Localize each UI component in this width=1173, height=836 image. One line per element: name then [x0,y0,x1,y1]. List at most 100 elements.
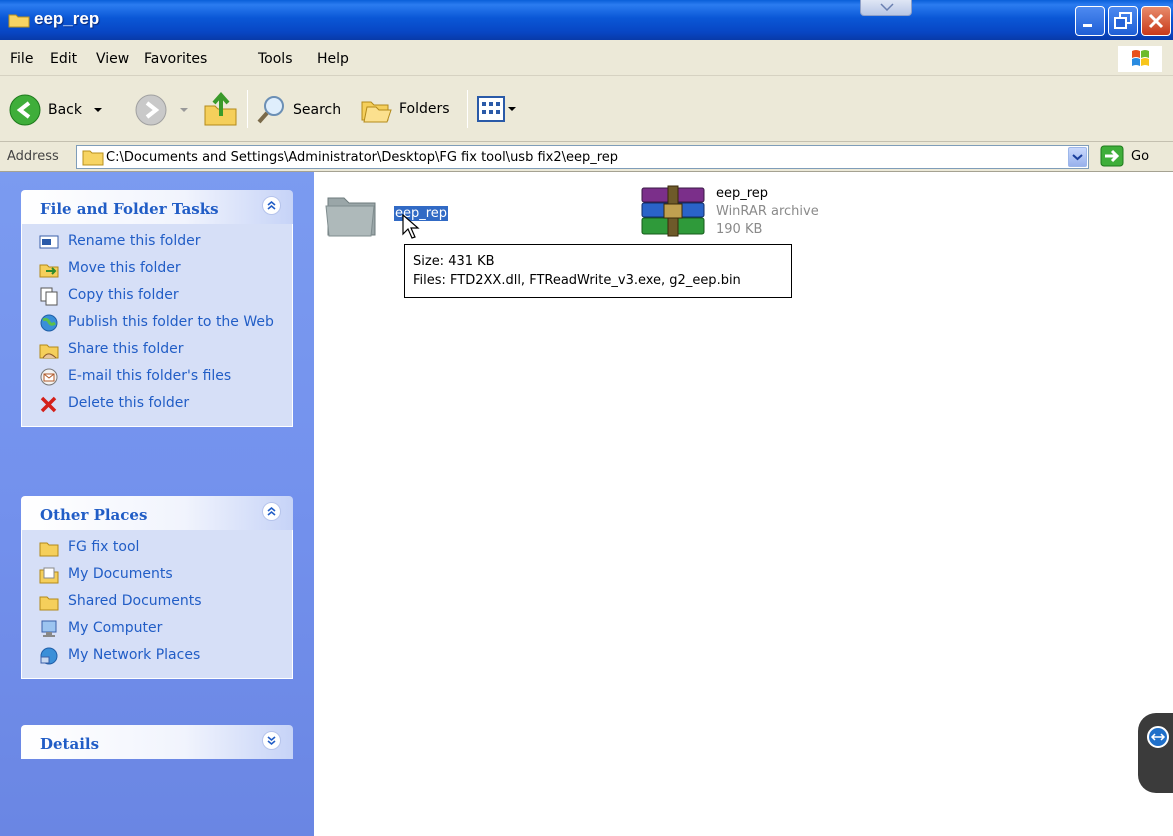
menu-help[interactable]: Help [317,51,349,67]
chevron-down-icon [508,107,516,111]
restore-icon [1114,12,1132,29]
file-name: eep_rep [716,186,769,201]
task-copy-folder[interactable]: Copy this folder [38,286,282,306]
task-label: Move this folder [68,260,181,276]
minimize-button[interactable] [1075,6,1105,36]
folder-icon [82,150,104,166]
copy-icon [40,287,58,306]
folders-button[interactable]: Folders [360,94,450,124]
double-chevron-down-icon [267,736,276,746]
folders-label: Folders [399,101,450,117]
place-shared-documents[interactable]: Shared Documents [38,592,282,612]
tooltip-files: Files: FTD2XX.dll, FTReadWrite_v3.exe, g… [413,273,741,288]
publish-web-icon [40,314,58,332]
go-button[interactable]: Go [1100,145,1149,167]
tooltip-size: Size: 431 KB [413,254,495,269]
folder-icon [325,197,376,237]
place-label: My Network Places [68,647,201,663]
file-folder-tasks-panel: File and Folder Tasks Rename this folder… [21,190,293,427]
panel-header[interactable]: Details [21,725,293,759]
task-email-files[interactable]: E-mail this folder's files [38,367,282,387]
task-publish-web[interactable]: Publish this folder to the Web [38,313,282,333]
folder-icon [39,542,59,557]
forward-button[interactable] [134,93,190,127]
panel-body: FG fix tool My Documents Shared Document… [21,530,293,679]
task-label: Share this folder [68,341,184,357]
toolbar: Back Search Folders [0,76,1173,142]
other-places-panel: Other Places FG fix tool My Documents Sh… [21,496,293,679]
menu-edit[interactable]: Edit [50,51,77,67]
place-my-computer[interactable]: My Computer [38,619,282,639]
title-dropdown-tab[interactable] [860,0,912,16]
task-pane: File and Folder Tasks Rename this folder… [0,172,314,836]
file-size: 190 KB [716,222,763,237]
address-label: Address [7,149,59,164]
mouse-cursor-icon [402,214,420,239]
place-my-network-places[interactable]: My Network Places [38,646,282,666]
details-panel: Details [21,725,293,759]
place-label: Shared Documents [68,593,202,609]
up-folder-button[interactable] [203,90,239,128]
chevron-down-icon [94,108,102,112]
restore-button[interactable] [1108,6,1138,36]
panel-header[interactable]: File and Folder Tasks [21,190,293,224]
close-button[interactable] [1141,6,1171,36]
expand-button[interactable] [262,731,281,750]
close-icon [1148,13,1164,29]
go-label: Go [1131,148,1150,164]
move-icon [39,264,59,278]
views-button[interactable] [477,96,517,122]
menu-bar: File Edit View Favorites Tools Help [0,40,1173,76]
address-input[interactable]: C:\Documents and Settings\Administrator\… [76,145,1089,169]
toolbar-separator [247,90,248,128]
place-label: FG fix tool [68,539,140,555]
place-fg-fix-tool[interactable]: FG fix tool [38,538,282,558]
share-icon [39,344,59,359]
collapse-button[interactable] [262,502,281,521]
panel-title: File and Folder Tasks [40,200,219,218]
menu-view[interactable]: View [96,51,129,67]
file-type: WinRAR archive [716,204,819,219]
place-my-documents[interactable]: My Documents [38,565,282,585]
panel-header[interactable]: Other Places [21,496,293,530]
back-button[interactable]: Back [8,93,104,127]
email-icon [40,368,58,386]
delete-icon [40,396,57,413]
double-chevron-up-icon [267,506,276,516]
task-rename-folder[interactable]: Rename this folder [38,232,282,252]
file-item-archive[interactable]: eep_rep WinRAR archive 190 KB [640,184,860,240]
task-delete-folder[interactable]: Delete this folder [38,394,282,414]
address-bar: Address C:\Documents and Settings\Admini… [0,142,1173,172]
task-share-folder[interactable]: Share this folder [38,340,282,360]
teamviewer-icon [1147,726,1169,748]
task-move-folder[interactable]: Move this folder [38,259,282,279]
collapse-button[interactable] [262,196,281,215]
place-label: My Computer [68,620,163,636]
menu-file[interactable]: File [10,51,33,67]
menu-favorites[interactable]: Favorites [144,51,207,67]
search-icon [257,96,284,124]
address-dropdown-button[interactable] [1068,147,1087,167]
windows-flag-icon [1132,50,1149,66]
back-arrow-icon [9,94,41,126]
file-item-folder[interactable]: eep_rep [324,186,464,242]
search-button[interactable]: Search [255,94,341,126]
title-bar[interactable]: eep_rep [0,0,1173,40]
winrar-archive-icon [641,185,705,237]
task-label: Delete this folder [68,395,190,411]
place-label: My Documents [68,566,173,582]
side-widget[interactable] [1138,713,1173,793]
up-folder-icon [204,91,237,126]
task-label: Rename this folder [68,233,201,249]
views-icon [477,96,505,122]
windows-logo [1118,46,1162,72]
window-title: eep_rep [34,9,100,28]
network-places-icon [40,647,58,665]
panel-body: Rename this folder Move this folder Copy… [21,224,293,427]
chevron-down-icon [880,3,894,11]
back-label: Back [48,102,82,118]
chevron-down-icon [180,108,188,112]
address-path: C:\Documents and Settings\Administrator\… [106,150,619,165]
minimize-icon [1083,24,1092,27]
menu-tools[interactable]: Tools [258,51,293,67]
